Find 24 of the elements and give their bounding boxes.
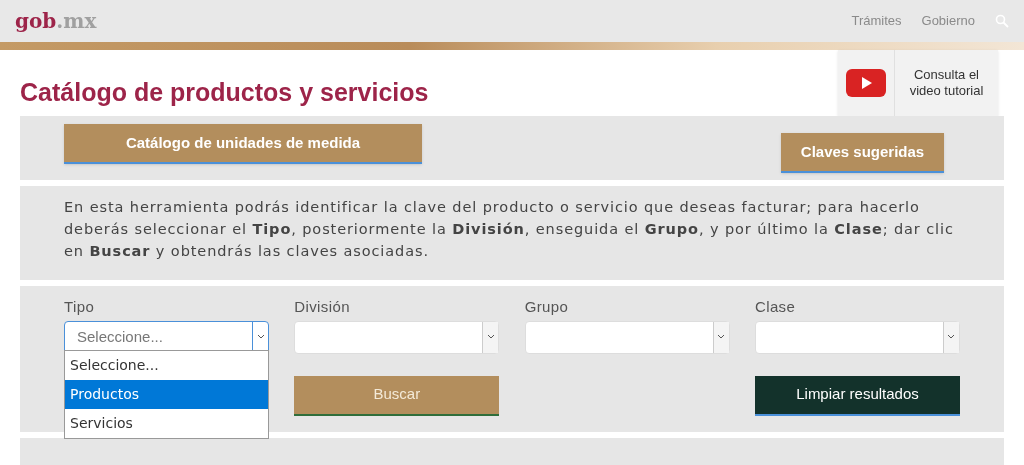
field-label: Clase [755, 297, 797, 317]
chevron-icon [482, 321, 499, 353]
suggested-keys-button[interactable]: Claves sugeridas [781, 133, 944, 173]
field-label: Grupo [524, 297, 570, 317]
instructions-text: En esta herramienta podrás identificar la clave del producto o servicio que deseas facturar; para hacerlo deberás seleccionar el Tipo, posteriormente la División, enseguida el Grupo, y por último la Clase; dar clic en Buscar y obtendrás las claves asociadas. [64, 198, 955, 261]
search-button[interactable]: Buscar [294, 375, 500, 416]
field-label: División [294, 297, 351, 317]
dropdown-option[interactable]: Servicios [65, 409, 268, 438]
field-label: Tipo [64, 297, 96, 317]
dropdown-option[interactable]: Productos [65, 380, 268, 409]
units-catalog-button[interactable]: Catálogo de unidades de medida [64, 124, 422, 164]
nav-link[interactable]: Gobierno [921, 11, 975, 31]
dropdown-field[interactable] [524, 320, 730, 354]
clear-results-button[interactable]: Limpiar resultados [755, 375, 960, 416]
page-title: Catálogo de productos y servicios [20, 77, 429, 108]
chevron-icon [712, 321, 729, 353]
dropdown-option[interactable]: Seleccione... [65, 351, 268, 380]
logo: gob.mx [15, 8, 97, 35]
play-icon [846, 69, 886, 97]
video-tutorial-button[interactable]: Consulta el video tutorial [838, 50, 998, 116]
nav-link[interactable]: Trámites [851, 11, 902, 31]
dropdown-field[interactable] [755, 320, 960, 354]
dropdown-field[interactable] [294, 320, 500, 354]
chevron-icon [943, 321, 959, 353]
